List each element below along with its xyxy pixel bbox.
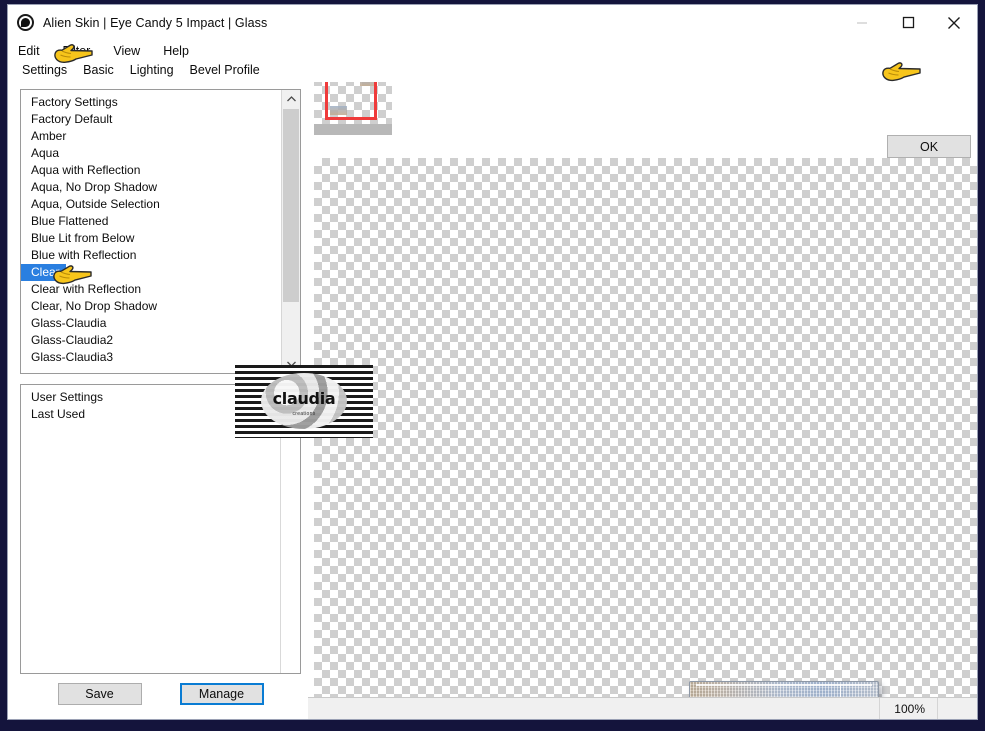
list-item[interactable]: Aqua, Outside Selection (21, 196, 280, 213)
list-item[interactable]: Aqua, No Drop Shadow (21, 179, 280, 196)
list-item[interactable]: Glass-Claudia (21, 315, 280, 332)
tab-basic[interactable]: Basic (75, 61, 122, 81)
list-divider (280, 385, 281, 673)
scrollbar-thumb[interactable] (283, 109, 299, 302)
vertical-scrollbar[interactable] (281, 90, 300, 373)
user-settings-scrollarea: User Settings Last Used (21, 385, 280, 673)
list-item[interactable]: Aqua (21, 145, 280, 162)
glass-object-bottom[interactable] (689, 681, 879, 697)
list-item[interactable]: Aqua with Reflection (21, 162, 280, 179)
alien-skin-icon (17, 14, 34, 31)
title-bar: Alien Skin | Eye Candy 5 Impact | Glass (8, 5, 977, 40)
user-settings-listbox[interactable]: User Settings Last Used (20, 384, 301, 674)
list-item[interactable]: Glass-Claudia3 (21, 349, 280, 366)
menu-item-edit[interactable]: Edit (16, 44, 50, 58)
list-group-header: User Settings (31, 390, 104, 404)
navigator-thumbnail[interactable] (314, 82, 392, 135)
list-item[interactable]: Blue with Reflection (21, 247, 280, 264)
preview-panel: Preview Background: None OK Cancel (308, 82, 977, 719)
navigator-viewport-rect[interactable] (325, 82, 377, 120)
settings-panel: Factory Settings Factory Default Amber A… (8, 82, 373, 719)
window-body: Factory Settings Factory Default Amber A… (8, 82, 977, 719)
menu-item-filter[interactable]: Filter (61, 44, 101, 58)
desktop-background: Alien Skin | Eye Candy 5 Impact | Glass … (0, 0, 985, 731)
list-group-header: Factory Settings (31, 95, 118, 109)
list-item[interactable]: Clear, No Drop Shadow (21, 298, 280, 315)
status-resize-grip (937, 697, 977, 719)
list-item[interactable]: Clear (21, 264, 66, 281)
save-button[interactable]: Save (57, 683, 142, 705)
tab-strip: Settings Basic Lighting Bevel Profile (8, 61, 977, 82)
manage-button[interactable]: Manage (179, 683, 264, 705)
tab-settings[interactable]: Settings (14, 61, 76, 81)
maximize-icon[interactable] (885, 5, 931, 40)
list-item-selected-row: Clear (21, 264, 280, 281)
list-item[interactable]: Glass-Claudia2 (21, 332, 280, 349)
minimize-icon[interactable] (839, 5, 885, 40)
glass-divider-vertical (840, 684, 841, 697)
window-title: Alien Skin | Eye Candy 5 Impact | Glass (43, 15, 268, 30)
application-window: Alien Skin | Eye Candy 5 Impact | Glass … (7, 4, 978, 720)
factory-settings-scrollarea: Factory Settings Factory Default Amber A… (21, 90, 280, 373)
preview-canvas[interactable] (314, 158, 977, 697)
list-item[interactable]: Amber (21, 128, 280, 145)
list-item[interactable]: Blue Flattened (21, 213, 280, 230)
chevron-up-icon[interactable] (282, 90, 300, 108)
zoom-level-indicator: 100% (879, 697, 937, 719)
ok-button[interactable]: OK (887, 135, 971, 158)
close-icon[interactable] (931, 5, 977, 40)
glass-highlight-top (696, 684, 872, 686)
tab-lighting[interactable]: Lighting (121, 61, 182, 81)
chevron-down-icon[interactable] (282, 355, 300, 373)
window-controls (839, 5, 977, 40)
tab-bevel-profile[interactable]: Bevel Profile (181, 61, 268, 81)
menu-item-view[interactable]: View (111, 44, 150, 58)
list-item[interactable]: Blue Lit from Below (21, 230, 280, 247)
preview-toolbar: Preview Background: None OK Cancel (308, 82, 977, 210)
menu-bar: Edit Filter View Help (8, 40, 977, 61)
status-bar: 100% (308, 697, 977, 719)
factory-settings-listbox[interactable]: Factory Settings Factory Default Amber A… (20, 89, 301, 374)
list-item[interactable]: Factory Default (21, 111, 280, 128)
list-item[interactable]: Clear with Reflection (21, 281, 280, 298)
menu-item-help[interactable]: Help (161, 44, 199, 58)
settings-action-buttons: Save Manage (20, 683, 301, 705)
list-item[interactable]: Last Used (21, 406, 280, 423)
